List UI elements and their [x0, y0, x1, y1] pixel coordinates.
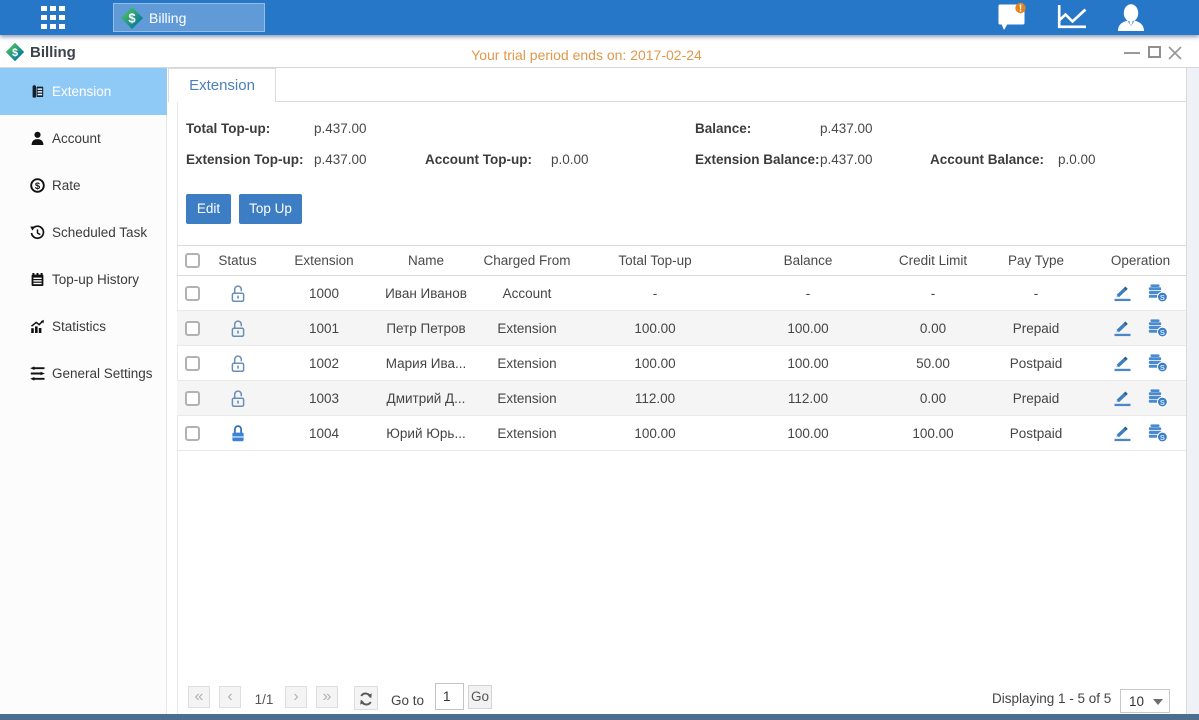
svg-text:!: !: [1019, 4, 1022, 15]
svg-text:S: S: [1160, 293, 1165, 302]
svg-text:S: S: [1160, 398, 1165, 407]
svg-text:S: S: [1160, 328, 1165, 337]
svg-text:S: S: [1160, 433, 1165, 442]
svg-text:$: $: [128, 10, 136, 25]
svg-text:S: S: [1160, 363, 1165, 372]
svg-text:$: $: [35, 181, 41, 192]
